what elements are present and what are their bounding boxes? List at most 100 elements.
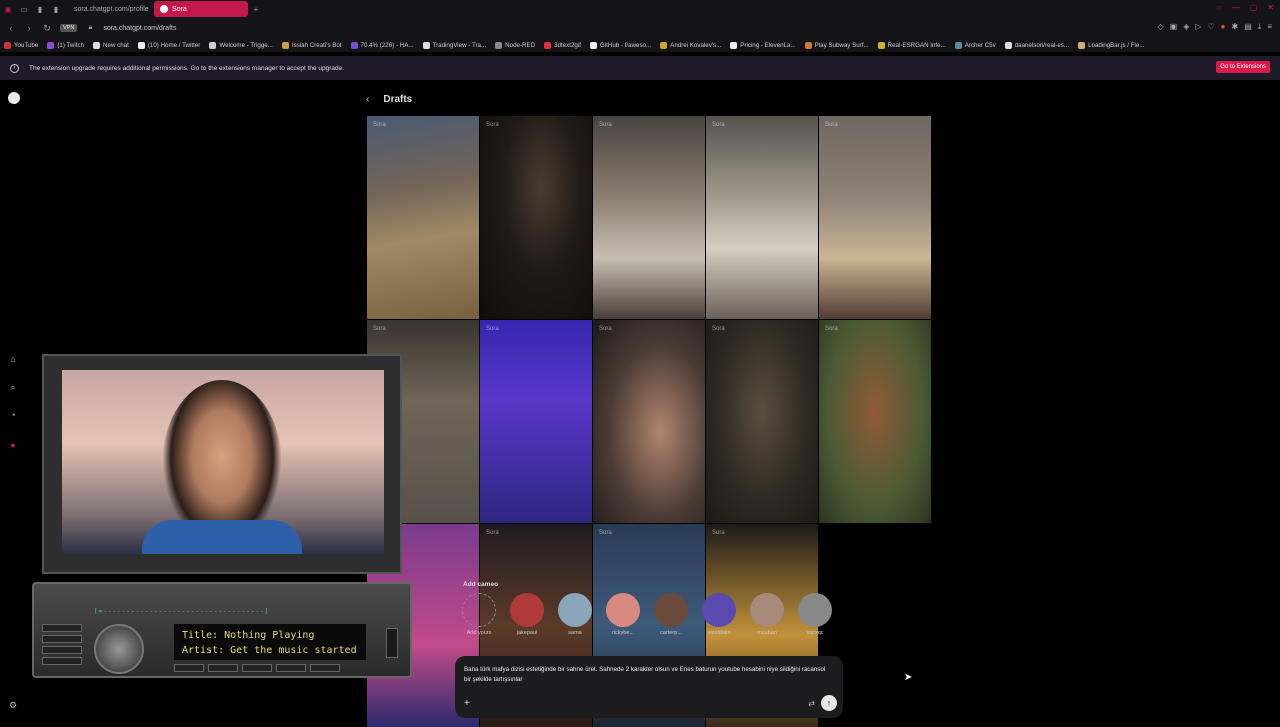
cameo-item[interactable]: carterp...	[651, 593, 691, 636]
menu-icon[interactable]: ≡	[1267, 22, 1272, 32]
bookmark-item[interactable]: TradingView - Tra...	[422, 41, 486, 49]
shield-icon[interactable]: ◈	[1183, 22, 1189, 32]
close-icon[interactable]: ✕	[1267, 3, 1274, 12]
bookmark-item[interactable]: (10) Home / Twitter	[137, 41, 200, 49]
cameo-item[interactable]: sama	[555, 593, 595, 636]
cameo-item[interactable]: rickybe...	[603, 593, 643, 636]
draft-tile[interactable]: Sora	[593, 116, 705, 319]
equalizer-bar: [=-----------------------------------]	[94, 608, 270, 615]
browser-menu-icon[interactable]: ◉	[0, 0, 16, 18]
download-icon[interactable]: ⤓	[1258, 22, 1262, 32]
address-input[interactable]: sora.chatgpt.com/drafts	[103, 25, 176, 32]
cameo-item[interactable]: mcuban	[747, 593, 787, 636]
gmail-icon	[660, 41, 668, 49]
bookmark-item[interactable]: (1) Twitch	[47, 41, 84, 49]
bookmark-item[interactable]: Issiah Creati's Bot	[281, 41, 342, 49]
bookmark-item[interactable]: Welcome - Trigge...	[209, 41, 273, 49]
settings-icon[interactable]: ⚙	[8, 700, 18, 710]
sora-logo-icon[interactable]	[8, 92, 20, 104]
bookmark-item[interactable]: Play Subway Surf...	[804, 41, 869, 49]
bookmark-item[interactable]: daanelson/real-es...	[1004, 41, 1069, 49]
avatar	[606, 593, 640, 627]
bookmark-item[interactable]: Node-RED	[495, 41, 535, 49]
radio-display: Title: Nothing Playing Artist: Get the m…	[174, 624, 366, 660]
extension-icon[interactable]: ●	[1221, 22, 1226, 32]
reload-icon[interactable]: ↻	[42, 23, 52, 34]
bookmark-item[interactable]: Archer C5v	[954, 41, 996, 49]
back-icon[interactable]: ‹	[6, 23, 16, 33]
tab-pin-icon-2[interactable]: ▮	[48, 0, 64, 18]
bookmark-item[interactable]: Real-ESRGAN Infe...	[877, 41, 946, 49]
bookmark-item[interactable]: 70.4% (226) - HA...	[350, 41, 414, 49]
avatar	[702, 593, 736, 627]
bookmark-item[interactable]: YouTube	[4, 41, 38, 49]
prompt-box[interactable]: Bana türk mafya dizisi estetiğinde bir s…	[455, 656, 843, 718]
tab-sora[interactable]: Sora	[154, 1, 248, 17]
window-controls: ○ — ▢ ✕	[1217, 3, 1274, 12]
workspaces-icon[interactable]: ▭	[16, 0, 32, 18]
send-button[interactable]: ↑	[821, 695, 837, 711]
draft-tile[interactable]: Sora	[480, 320, 592, 523]
draft-tile[interactable]: Sora	[819, 320, 931, 523]
notice-text: The extension upgrade requires additiona…	[29, 64, 345, 72]
cameo-add-yours[interactable]: Add yours	[459, 593, 499, 636]
bookmark-item[interactable]: LoadingBar.js / Fle...	[1078, 41, 1144, 49]
profile-avatar-icon[interactable]: ●	[8, 440, 18, 450]
bookmark-item[interactable]: New chat	[93, 41, 129, 49]
trigger-icon	[209, 41, 217, 49]
new-tab-button[interactable]: +	[248, 0, 264, 18]
draft-tile[interactable]: Sora	[367, 116, 479, 319]
home-icon[interactable]: ⌂	[8, 354, 18, 364]
bookmark-item[interactable]: Pricing - ElevenLa...	[730, 41, 796, 49]
avatar	[798, 593, 832, 627]
draft-tile[interactable]: Sora	[480, 116, 592, 319]
bookmark-item[interactable]: 3dtext2gif	[544, 41, 581, 49]
chatgpt-icon	[93, 41, 101, 49]
drafts-header: ‹ Drafts	[366, 94, 412, 105]
tile-watermark: Sora	[599, 122, 612, 128]
puzzle-icon[interactable]: ✱	[1232, 22, 1239, 32]
cameo-item[interactable]: xqcxqc	[795, 593, 835, 636]
maximize-icon[interactable]: ▢	[1250, 3, 1258, 12]
draft-tile[interactable]: Sora	[819, 116, 931, 319]
tab-pin-icon[interactable]: ▮	[32, 0, 48, 18]
tab-profile[interactable]: sora.chatgpt.com/profile	[64, 1, 154, 17]
webcam-video	[62, 370, 384, 554]
back-button[interactable]: ‹	[366, 94, 369, 105]
webcam-overlay: [=-----------------------------------] T…	[32, 354, 412, 684]
notifications-icon[interactable]: ◔	[8, 410, 18, 420]
lock-icon[interactable]: 🔒︎	[85, 24, 95, 32]
heart-icon[interactable]: ♡	[1208, 22, 1215, 32]
snapshot-icon[interactable]: ▣	[1170, 22, 1178, 32]
tile-watermark: Sora	[373, 326, 386, 332]
radio-preset-buttons	[174, 664, 340, 672]
bookmark-item[interactable]: GitHub - f/aweso...	[589, 41, 651, 49]
sora-favicon-icon	[160, 5, 168, 13]
draft-tile[interactable]: Sora	[706, 320, 818, 523]
search-icon[interactable]: ⌕	[8, 382, 18, 392]
node-red-icon	[495, 41, 503, 49]
add-attachment-button[interactable]: +	[464, 698, 470, 709]
wallet-icon[interactable]: ▤	[1244, 22, 1252, 32]
youtube-icon	[4, 41, 11, 49]
cameo-item[interactable]: jakepaul	[507, 593, 547, 636]
bookmark-item[interactable]: Andrei Kovalev's...	[660, 41, 721, 49]
vpn-badge[interactable]: VPN	[60, 24, 78, 32]
tile-watermark: Sora	[825, 326, 838, 332]
go-to-extensions-button[interactable]: Go to Extensions	[1216, 61, 1270, 73]
minimize-icon[interactable]: —	[1232, 3, 1240, 12]
search-tabs-icon[interactable]: ○	[1217, 3, 1222, 12]
elevenlabs-icon	[730, 41, 738, 49]
play-icon[interactable]: ▷	[1195, 22, 1201, 32]
address-bar-row: ‹ › ↻ VPN 🔒︎ sora.chatgpt.com/drafts ◇ ▣…	[0, 18, 1280, 38]
cameo-item[interactable]: steakfake	[699, 593, 739, 636]
forward-icon[interactable]: ›	[24, 23, 34, 33]
prompt-input[interactable]: Bana türk mafya dizisi estetiğinde bir s…	[464, 665, 829, 685]
draft-tile[interactable]: Sora	[706, 116, 818, 319]
settings-sliders-icon[interactable]: ⇄	[808, 699, 815, 708]
bookmark-icon[interactable]: ◇	[1157, 22, 1163, 32]
avatar	[654, 593, 688, 627]
replicate-icon	[1004, 41, 1012, 49]
subway-icon	[804, 41, 812, 49]
draft-tile[interactable]: Sora	[593, 320, 705, 523]
